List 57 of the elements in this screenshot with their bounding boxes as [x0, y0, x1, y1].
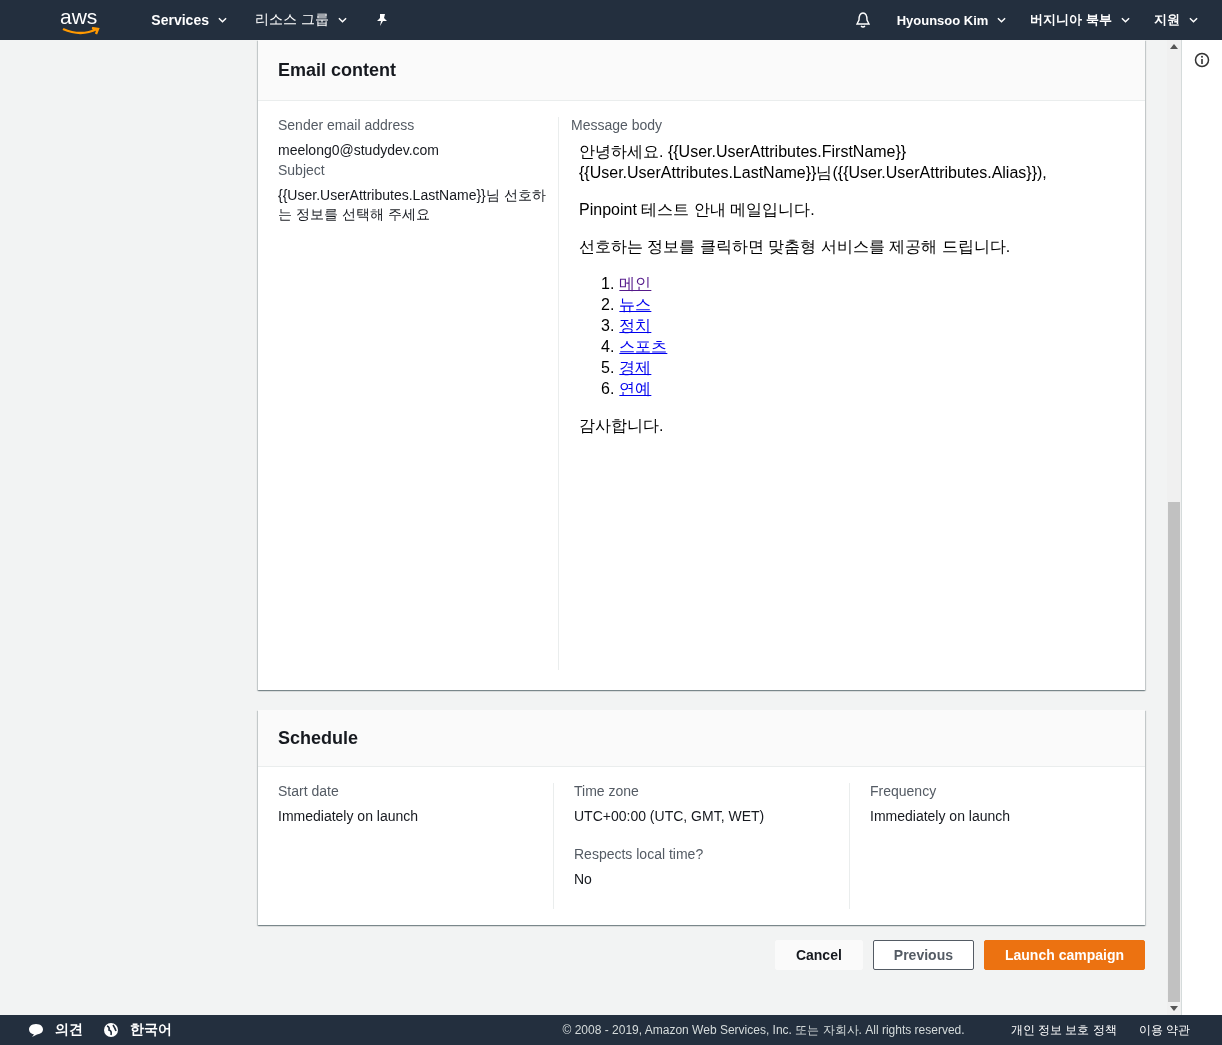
bell-icon[interactable] — [854, 11, 871, 29]
field-value: No — [574, 870, 593, 889]
caret-icon — [1121, 17, 1130, 23]
field-value: meelong0@studydev.com — [278, 141, 441, 160]
list-number: 6. — [601, 379, 615, 399]
field-value: Immediately on launch — [870, 807, 1012, 826]
list-number: 4. — [601, 337, 615, 357]
footer-link[interactable]: 이용 약관 — [1138, 1021, 1190, 1039]
scrollbar-thumb[interactable] — [1168, 502, 1180, 1002]
section-title: Email content — [258, 40, 1145, 101]
message-text: 선호하는 정보를 클릭하면 맞춤형 서비스를 제공해 드립니다. — [579, 237, 1012, 257]
field-label: Time zone — [574, 783, 640, 799]
list-number: 5. — [601, 358, 615, 378]
message-text: 감사합니다. — [579, 416, 665, 436]
list-number: 2. — [601, 295, 615, 315]
logo[interactable]: aws — [60, 5, 98, 35]
field-value: UTC+00:00 (UTC, GMT, WET) — [574, 807, 766, 826]
footer-link[interactable]: 개인 정보 보호 정책 — [1010, 1021, 1117, 1039]
smile-arrow-icon — [60, 26, 102, 35]
field-label: Subject — [278, 162, 326, 178]
scroll-down-icon[interactable] — [1170, 1006, 1178, 1011]
message-link[interactable]: 메인 — [619, 273, 652, 294]
feedback-button[interactable]: 의견 — [28, 1021, 83, 1039]
nav-menu[interactable]: 버지니아 북부 — [1030, 11, 1130, 29]
message-link[interactable]: 뉴스 — [619, 294, 652, 315]
message-link[interactable]: 정치 — [619, 315, 652, 336]
caret-icon — [1189, 17, 1198, 23]
field-value: {{User.UserAttributes.LastName}}님 선호하는 정보를 선택해 주세요 — [278, 186, 547, 224]
caret-icon — [997, 17, 1007, 23]
field-label: Respects local time? — [574, 846, 705, 862]
nav-menu[interactable]: Hyounsoo Kim — [896, 12, 1007, 28]
field-label: Start date — [278, 783, 340, 799]
language-button[interactable]: 한국어 — [103, 1021, 172, 1039]
list-number: 3. — [601, 316, 615, 336]
field-label: Message body — [571, 117, 664, 133]
list-number: 1. — [601, 274, 615, 294]
nav-menu[interactable]: Services — [151, 12, 227, 28]
message-link[interactable]: 연예 — [619, 378, 652, 399]
field-value: Immediately on launch — [278, 807, 420, 826]
message-link[interactable]: 스포츠 — [619, 336, 668, 357]
message-text: 안녕하세요. {{User.UserAttributes.FirstName}} {{User.UserAttributes.LastName}}님({{User.UserAttributes.Alias}}), — [579, 142, 1048, 183]
field-label: Sender email address — [278, 117, 416, 133]
section-title: Schedule — [258, 710, 1145, 767]
caret-icon — [217, 17, 227, 23]
message-link[interactable]: 경제 — [619, 357, 652, 378]
nav-menu[interactable]: 지원 — [1154, 11, 1198, 29]
caret-icon — [337, 17, 347, 23]
cancel-button[interactable]: Cancel — [774, 940, 863, 970]
message-text: Pinpoint 테스트 안내 메일입니다. — [579, 200, 816, 220]
field-label: Frequency — [870, 783, 938, 799]
scroll-up-icon[interactable] — [1170, 44, 1178, 49]
info-icon[interactable] — [1194, 52, 1210, 68]
globe-icon — [103, 1022, 119, 1038]
copyright-text: © 2008 - 2019, Amazon Web Services, Inc. 또는 자회사. All rights reserved. — [562, 1021, 965, 1039]
nav-menu[interactable]: 리소스 그룹 — [254, 11, 347, 29]
previous-button[interactable]: Previous — [872, 940, 974, 970]
speech-bubble-icon — [28, 1022, 44, 1038]
